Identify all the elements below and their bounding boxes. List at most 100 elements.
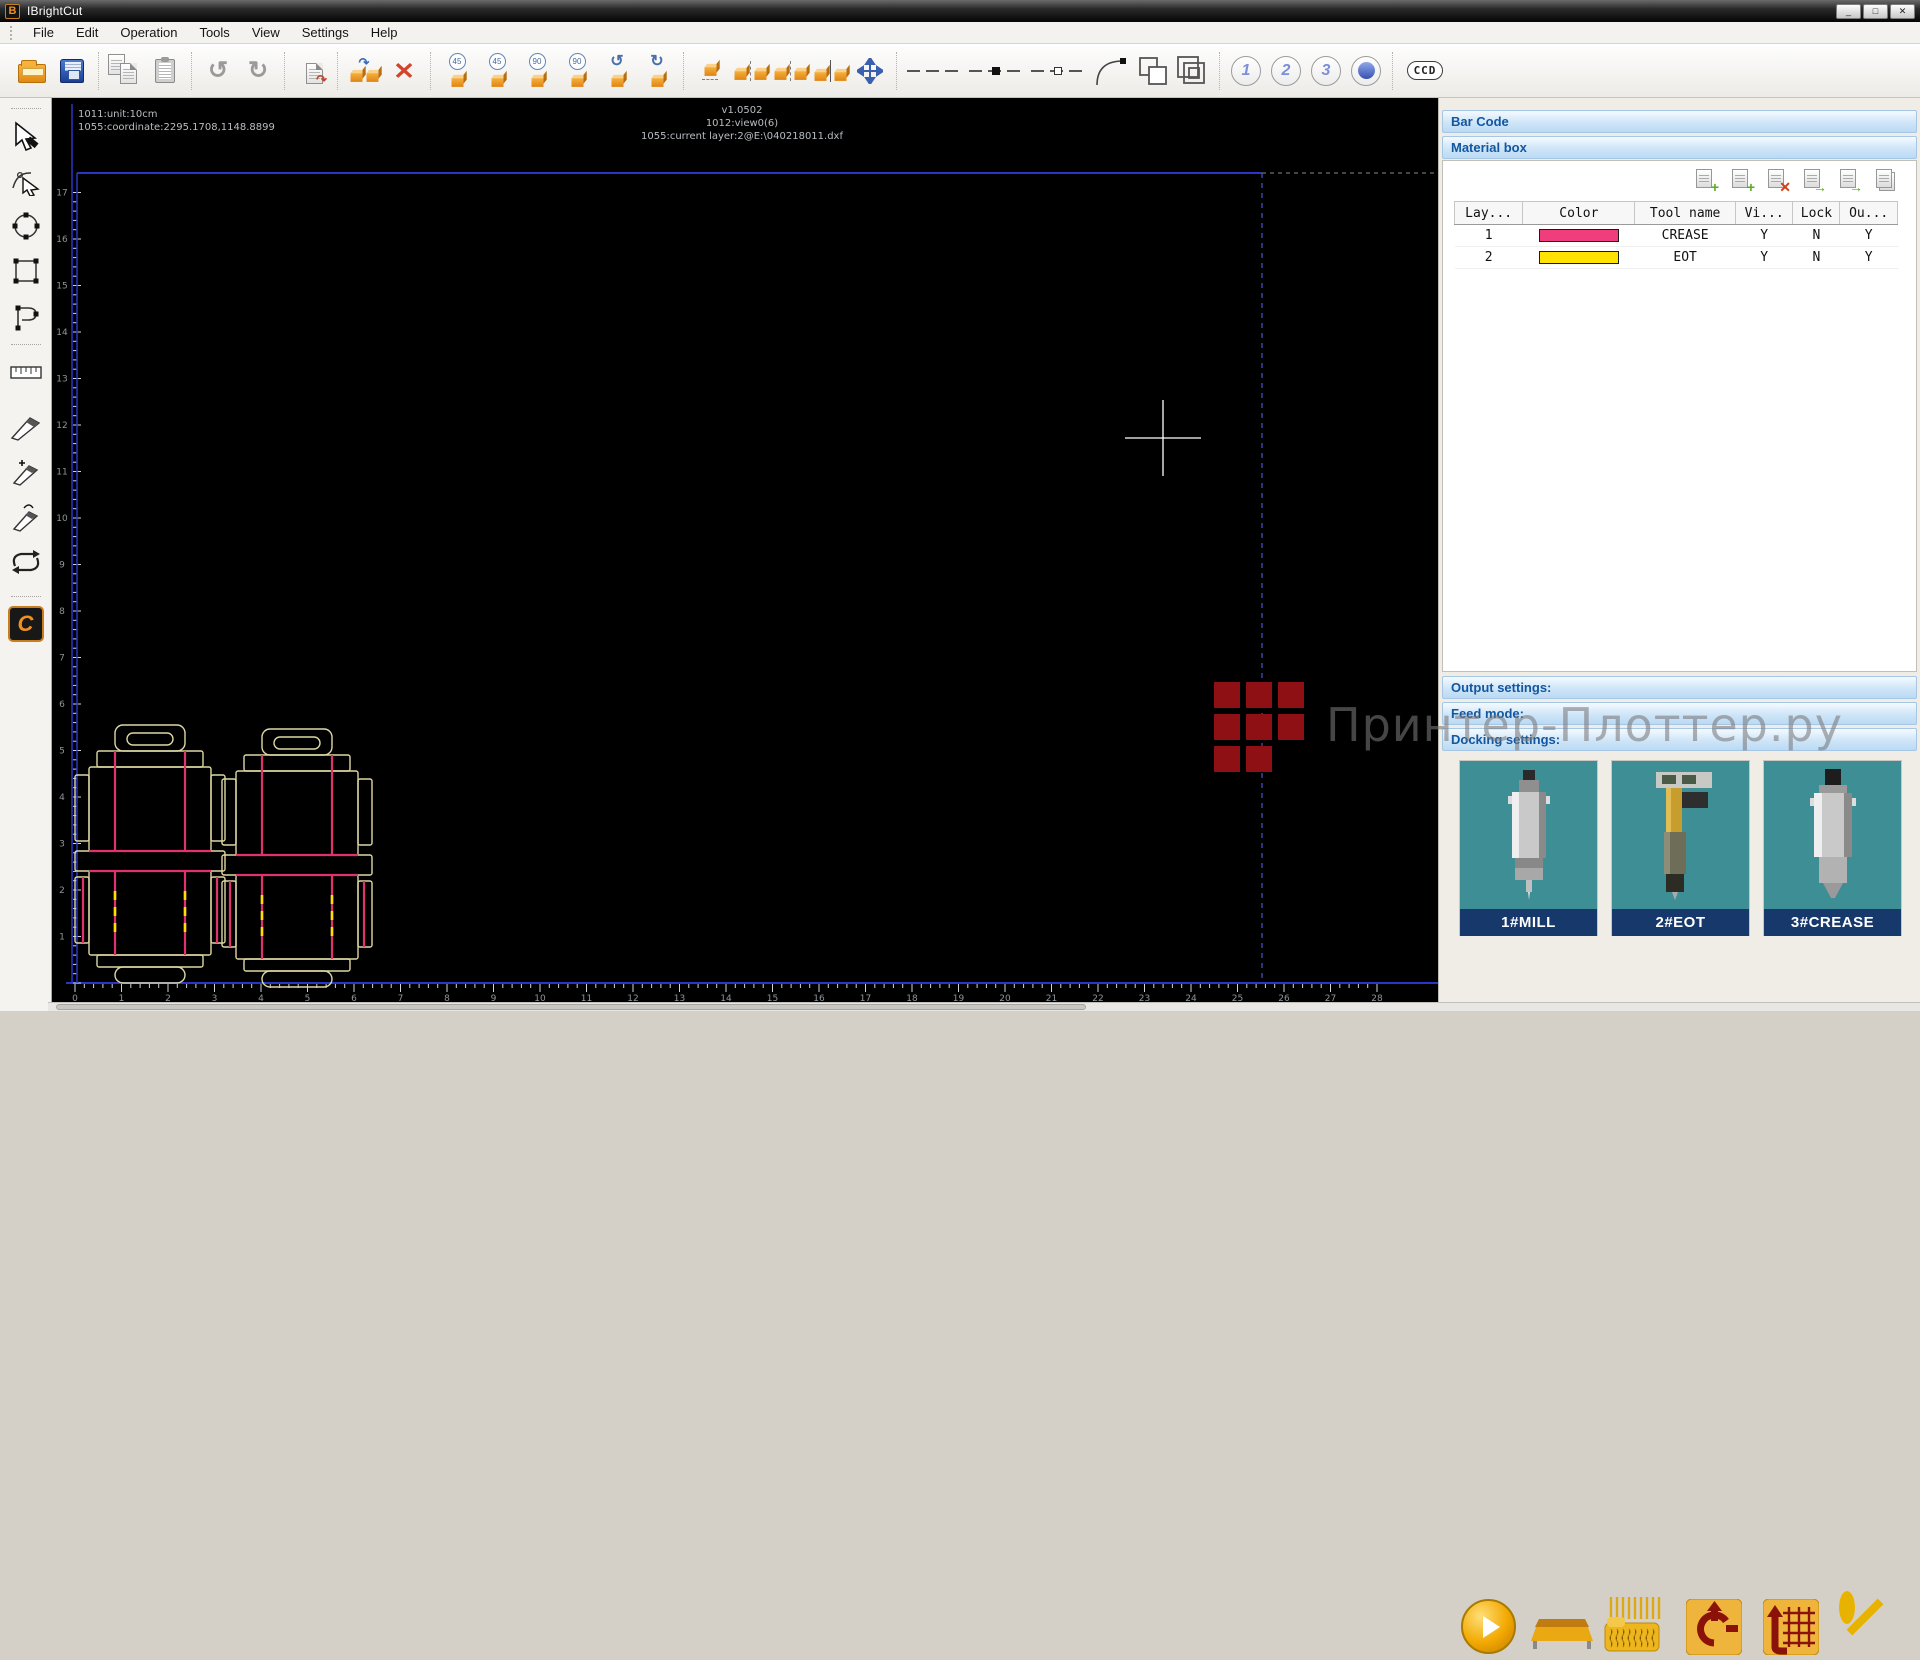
start-output-button[interactable] bbox=[1461, 1599, 1516, 1654]
save-button[interactable] bbox=[52, 49, 92, 93]
arc-tool-button[interactable] bbox=[1089, 49, 1133, 93]
menu-view[interactable]: View bbox=[241, 23, 291, 42]
menu-operation[interactable]: Operation bbox=[109, 23, 188, 42]
sequence-2-button[interactable]: 2 bbox=[1266, 49, 1306, 93]
export-document-icon: ↷ bbox=[299, 58, 323, 84]
material-col-header[interactable]: Ou... bbox=[1840, 202, 1898, 225]
rotate-45-ccw-button[interactable]: 45 bbox=[437, 49, 477, 93]
path-tool[interactable] bbox=[5, 295, 47, 337]
minimize-button[interactable]: _ bbox=[1836, 4, 1861, 19]
import-layer-button[interactable]: → bbox=[1801, 168, 1826, 192]
knife-add-tool[interactable] bbox=[5, 451, 47, 493]
insert-layer-button[interactable]: + bbox=[1729, 168, 1754, 192]
knife-curve-tool[interactable] bbox=[5, 496, 47, 538]
line-style-plain-icon bbox=[907, 70, 961, 72]
layer-color-swatch[interactable] bbox=[1539, 251, 1619, 264]
select-tool[interactable] bbox=[5, 115, 47, 157]
tool-card-mill[interactable]: 1#MILL bbox=[1459, 760, 1598, 936]
play-icon bbox=[1461, 1599, 1516, 1654]
drawing-canvas[interactable]: 0123456789101112131415161718192021222324… bbox=[52, 98, 1438, 1002]
ungroup-button[interactable] bbox=[1173, 49, 1213, 93]
material-table-row[interactable]: 1CREASEYNY bbox=[1455, 225, 1898, 247]
group-button[interactable] bbox=[1133, 49, 1173, 93]
redo-button[interactable]: ↻ bbox=[238, 49, 278, 93]
rotate-ccw-button[interactable]: ↺ bbox=[597, 49, 637, 93]
svg-text:7: 7 bbox=[59, 654, 65, 664]
section-feed-mode[interactable]: Feed mode: bbox=[1442, 702, 1917, 725]
close-button[interactable]: ✕ bbox=[1890, 4, 1915, 19]
menu-file[interactable]: File bbox=[22, 23, 65, 42]
mirror-axis-button[interactable] bbox=[810, 49, 850, 93]
move-button[interactable] bbox=[850, 49, 890, 93]
horizontal-scrollbar[interactable] bbox=[48, 1002, 1920, 1011]
line-style-hollow-node-button[interactable] bbox=[1027, 49, 1089, 93]
node-edit-tool[interactable] bbox=[5, 160, 47, 202]
tool-card-crease[interactable]: 3#CREASE bbox=[1763, 760, 1902, 936]
layer-color-swatch[interactable] bbox=[1539, 229, 1619, 242]
feed-conveyor-button[interactable] bbox=[1531, 1607, 1593, 1656]
ccd-button[interactable]: CCD bbox=[1399, 49, 1451, 93]
open-folder-icon bbox=[18, 64, 46, 83]
svg-text:10: 10 bbox=[534, 994, 546, 1002]
brush-clean-button[interactable] bbox=[1603, 1597, 1667, 1660]
menu-edit[interactable]: Edit bbox=[65, 23, 109, 42]
rectangle-tool[interactable] bbox=[5, 250, 47, 292]
circle-tool-icon bbox=[10, 210, 42, 242]
toolbar-separator bbox=[430, 52, 431, 90]
material-col-header[interactable]: Tool name bbox=[1635, 202, 1735, 225]
menu-settings[interactable]: Settings bbox=[291, 23, 360, 42]
toolbar-separator bbox=[683, 52, 684, 90]
circle-tool[interactable] bbox=[5, 205, 47, 247]
regenerate-tool[interactable] bbox=[5, 541, 47, 583]
mill-tool-label: 1#MILL bbox=[1460, 909, 1597, 936]
rotate-cw-button[interactable]: ↻ bbox=[637, 49, 677, 93]
scrollbar-thumb[interactable] bbox=[56, 1004, 1086, 1010]
mirror-horizontal-button[interactable] bbox=[730, 49, 770, 93]
line-style-node-button[interactable] bbox=[965, 49, 1027, 93]
duplicate-layer-button[interactable] bbox=[1873, 168, 1898, 192]
material-col-header[interactable]: Lay... bbox=[1455, 202, 1523, 225]
undo-button[interactable]: ↺ bbox=[198, 49, 238, 93]
sequence-3-button[interactable]: 3 bbox=[1306, 49, 1346, 93]
rotate-90-cw-button[interactable]: 90 bbox=[557, 49, 597, 93]
delete-button[interactable]: ✕ bbox=[384, 49, 424, 93]
cancel-output-button[interactable] bbox=[1839, 1599, 1855, 1617]
mirror-vertical-button[interactable] bbox=[770, 49, 810, 93]
copy-button[interactable] bbox=[105, 49, 145, 93]
line-style-plain-button[interactable] bbox=[903, 49, 965, 93]
move-to-datum-button[interactable] bbox=[1763, 1599, 1819, 1660]
open-button[interactable] bbox=[12, 49, 52, 93]
mirror-axis-icon bbox=[813, 60, 848, 82]
brand-logo-button[interactable]: C bbox=[5, 603, 47, 645]
rotate-45-cw-button[interactable]: 45 bbox=[477, 49, 517, 93]
group-squares-icon bbox=[1136, 55, 1170, 87]
material-col-header[interactable]: Color bbox=[1523, 202, 1635, 225]
export-layer-button[interactable]: → bbox=[1837, 168, 1862, 192]
sequence-1-button[interactable]: 1 bbox=[1226, 49, 1266, 93]
section-output-settings[interactable]: Output settings: bbox=[1442, 676, 1917, 699]
carton-dielines[interactable] bbox=[72, 718, 382, 994]
maximize-button[interactable]: □ bbox=[1863, 4, 1888, 19]
cell-color bbox=[1523, 225, 1635, 247]
menu-help[interactable]: Help bbox=[360, 23, 409, 42]
rotate-90-ccw-button[interactable]: 90 bbox=[517, 49, 557, 93]
knife-tool[interactable] bbox=[5, 406, 47, 448]
delete-layer-button[interactable]: ✕ bbox=[1765, 168, 1790, 192]
material-table-row[interactable]: 2EOTYNY bbox=[1455, 247, 1898, 269]
import-shape-button[interactable]: ↷ bbox=[344, 49, 384, 93]
measure-tool[interactable] bbox=[5, 351, 47, 393]
section-docking-settings[interactable]: Docking settings: bbox=[1442, 728, 1917, 751]
material-col-header[interactable]: Lock bbox=[1793, 202, 1840, 225]
array-copy-button[interactable] bbox=[690, 49, 730, 93]
move-origin-button[interactable] bbox=[1686, 1599, 1742, 1660]
material-col-header[interactable]: Vi... bbox=[1735, 202, 1793, 225]
menu-tools[interactable]: Tools bbox=[188, 23, 240, 42]
export-document-button[interactable]: ↷ bbox=[291, 49, 331, 93]
add-material-button[interactable]: + bbox=[1693, 168, 1718, 192]
rotate-90-cw-icon: 90 bbox=[569, 53, 586, 70]
section-bar-code[interactable]: Bar Code bbox=[1442, 110, 1917, 133]
tool-card-eot[interactable]: 2#EOT bbox=[1611, 760, 1750, 936]
paste-button[interactable] bbox=[145, 49, 185, 93]
section-material-box[interactable]: Material box bbox=[1442, 136, 1917, 159]
sequence-all-button[interactable] bbox=[1346, 49, 1386, 93]
